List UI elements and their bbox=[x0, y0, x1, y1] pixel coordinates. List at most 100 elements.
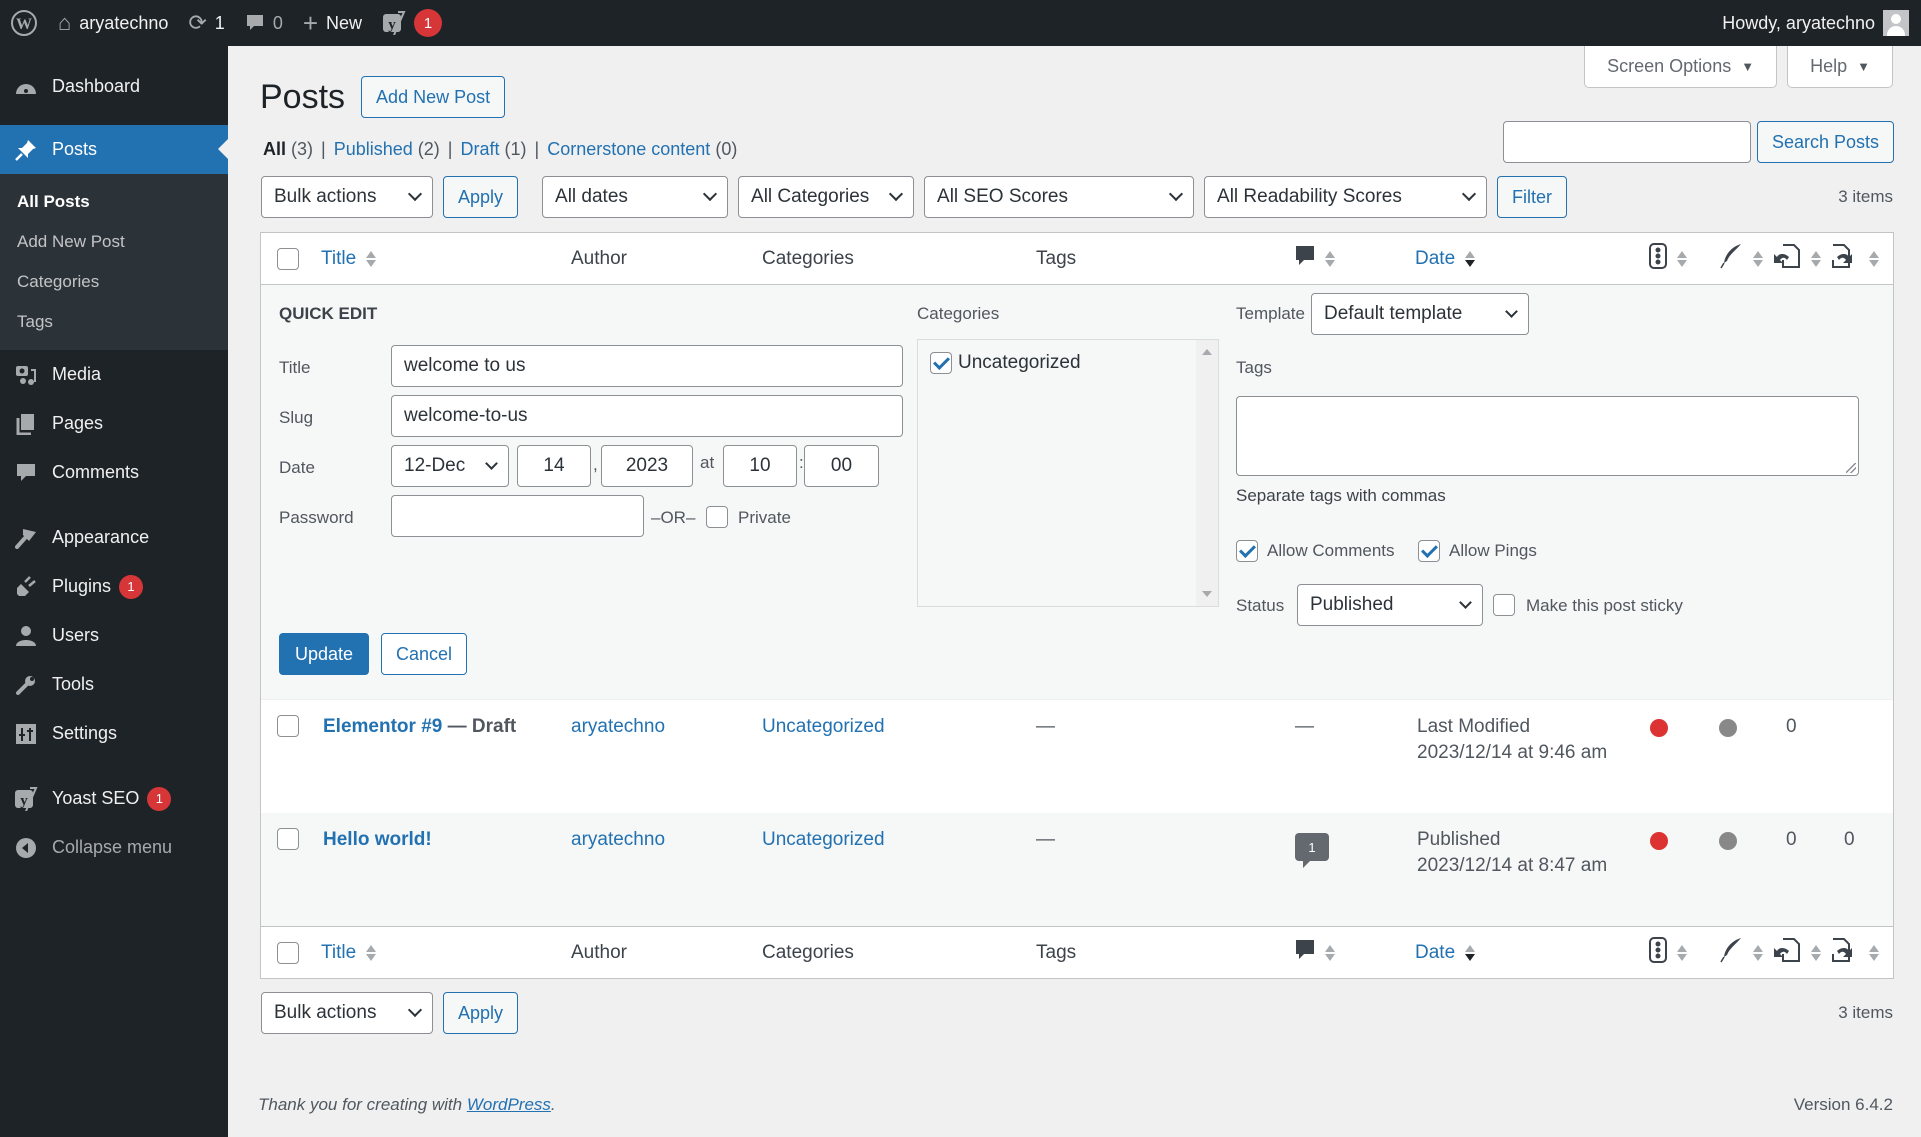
column-title-footer[interactable]: Title bbox=[321, 941, 377, 964]
status-select[interactable]: Published bbox=[1297, 584, 1483, 626]
row-checkbox[interactable] bbox=[277, 828, 299, 850]
sticky-checkbox[interactable] bbox=[1493, 594, 1515, 616]
apply-button-bottom[interactable]: Apply bbox=[443, 992, 519, 1034]
main-content: Screen Options ▼ Help ▼ Posts Add New Po… bbox=[228, 46, 1921, 1137]
sidebar-item-users[interactable]: Users bbox=[0, 611, 228, 660]
updates-link[interactable]: ⟳ 1 bbox=[178, 0, 234, 46]
site-name-link[interactable]: ⌂ aryatechno bbox=[48, 0, 178, 46]
category-item[interactable]: Uncategorized bbox=[930, 352, 1081, 374]
minute-input[interactable]: 00 bbox=[804, 445, 879, 487]
screen-options-button[interactable]: Screen Options ▼ bbox=[1584, 46, 1778, 88]
comments-link[interactable]: 0 bbox=[235, 0, 293, 46]
category-link[interactable]: Uncategorized bbox=[762, 829, 885, 851]
author-link[interactable]: aryatechno bbox=[571, 716, 665, 738]
apply-button[interactable]: Apply bbox=[443, 176, 519, 218]
view-draft[interactable]: Draft (1) bbox=[460, 139, 526, 160]
my-account-menu[interactable]: Howdy, aryatechno bbox=[1712, 0, 1921, 46]
month-select[interactable]: 12-Dec bbox=[391, 445, 509, 487]
filter-button[interactable]: Filter bbox=[1497, 176, 1568, 218]
column-seo-score-footer[interactable] bbox=[1649, 936, 1687, 969]
comment-count-bubble[interactable]: 1 bbox=[1295, 833, 1329, 868]
sidebar-item-settings[interactable]: Settings bbox=[0, 709, 228, 758]
column-seo-score-header[interactable] bbox=[1649, 242, 1687, 275]
resize-handle-icon[interactable] bbox=[1846, 463, 1856, 473]
submenu-all-posts[interactable]: All Posts bbox=[0, 182, 228, 222]
categories-checklist[interactable]: Uncategorized bbox=[917, 339, 1219, 607]
column-title-header[interactable]: Title bbox=[321, 248, 377, 270]
column-incoming-links-footer[interactable] bbox=[1831, 937, 1879, 969]
day-input[interactable]: 14 bbox=[517, 445, 591, 487]
sidebar-item-tools[interactable]: Tools bbox=[0, 660, 228, 709]
sort-icon bbox=[1811, 250, 1821, 267]
select-all-checkbox[interactable] bbox=[277, 941, 299, 964]
bulk-actions-select[interactable]: Bulk actions bbox=[261, 176, 433, 218]
column-readability-header[interactable] bbox=[1719, 243, 1763, 275]
title-input[interactable]: welcome to us bbox=[391, 345, 903, 387]
category-checkbox[interactable] bbox=[930, 352, 952, 374]
search-posts-button[interactable]: Search Posts bbox=[1756, 121, 1894, 163]
seo-scores-filter-select[interactable]: All SEO Scores bbox=[924, 176, 1195, 218]
status-label: Status bbox=[1236, 596, 1285, 615]
tablenav-top: Bulk actions Apply All dates All Categor… bbox=[261, 176, 1893, 218]
author-link[interactable]: aryatechno bbox=[571, 829, 665, 851]
collapse-menu-button[interactable]: Collapse menu bbox=[0, 823, 228, 872]
view-published[interactable]: Published (2) bbox=[334, 139, 440, 160]
slug-input[interactable]: welcome-to-us bbox=[391, 395, 903, 437]
post-title-link[interactable]: Elementor #9 bbox=[323, 716, 442, 737]
add-new-post-button[interactable]: Add New Post bbox=[361, 76, 506, 118]
column-label: Title bbox=[321, 941, 357, 963]
sidebar-item-comments[interactable]: Comments bbox=[0, 448, 228, 497]
categories-cell: Uncategorized bbox=[762, 829, 885, 851]
private-checkbox[interactable] bbox=[706, 506, 728, 528]
submenu-add-new-post[interactable]: Add New Post bbox=[0, 222, 228, 262]
readability-filter-select[interactable]: All Readability Scores bbox=[1204, 176, 1488, 218]
sidebar-item-pages[interactable]: Pages bbox=[0, 399, 228, 448]
password-input[interactable] bbox=[391, 495, 644, 537]
column-comments-footer[interactable] bbox=[1295, 939, 1335, 967]
category-link[interactable]: Uncategorized bbox=[762, 716, 885, 738]
sidebar-item-appearance[interactable]: Appearance bbox=[0, 513, 228, 562]
input-value: 10 bbox=[749, 455, 771, 476]
sidebar-item-media[interactable]: Media bbox=[0, 350, 228, 399]
post-title-link[interactable]: Hello world! bbox=[323, 829, 432, 850]
update-button[interactable]: Update bbox=[279, 633, 370, 675]
column-date-footer[interactable]: Date bbox=[1415, 942, 1476, 964]
new-content-link[interactable]: + New bbox=[293, 0, 372, 46]
column-date-header[interactable]: Date bbox=[1415, 248, 1476, 270]
bulk-actions-select-bottom[interactable]: Bulk actions bbox=[261, 992, 433, 1034]
table-header: Title Author Categories Tags Date bbox=[261, 233, 1893, 285]
checklist-scrollbar[interactable] bbox=[1196, 340, 1218, 606]
help-button[interactable]: Help ▼ bbox=[1787, 46, 1893, 88]
sidebar-item-yoast-seo[interactable]: y Yoast SEO 1 bbox=[0, 774, 228, 823]
yoast-menu[interactable]: y 1 bbox=[372, 0, 452, 46]
column-comments-header[interactable] bbox=[1295, 245, 1335, 273]
footer-thankyou: Thank you for creating with WordPress. bbox=[258, 1095, 556, 1115]
column-incoming-links-header[interactable] bbox=[1831, 243, 1879, 275]
categories-filter-select[interactable]: All Categories bbox=[738, 176, 915, 218]
title-label: Title bbox=[279, 358, 311, 377]
wordpress-link[interactable]: WordPress bbox=[467, 1095, 551, 1114]
hour-input[interactable]: 10 bbox=[723, 445, 797, 487]
column-readability-footer[interactable] bbox=[1719, 937, 1763, 969]
view-cornerstone[interactable]: Cornerstone content (0) bbox=[547, 139, 737, 160]
sidebar-item-plugins[interactable]: Plugins 1 bbox=[0, 562, 228, 611]
column-outgoing-links-header[interactable] bbox=[1773, 243, 1821, 275]
template-select[interactable]: Default template bbox=[1311, 293, 1529, 335]
year-input[interactable]: 2023 bbox=[601, 445, 693, 487]
wp-logo-menu[interactable]: W bbox=[0, 0, 48, 46]
submenu-categories[interactable]: Categories bbox=[0, 262, 228, 302]
select-all-checkbox[interactable] bbox=[277, 247, 299, 270]
sidebar-item-posts[interactable]: Posts bbox=[0, 125, 228, 174]
sidebar-item-dashboard[interactable]: Dashboard bbox=[0, 62, 228, 111]
submenu-tags[interactable]: Tags bbox=[0, 302, 228, 342]
dates-filter-select[interactable]: All dates bbox=[542, 176, 729, 218]
tags-textarea[interactable] bbox=[1236, 396, 1859, 476]
cancel-button[interactable]: Cancel bbox=[381, 633, 468, 675]
column-outgoing-links-footer[interactable] bbox=[1773, 937, 1821, 969]
scroll-down-arrow-icon bbox=[1202, 591, 1212, 597]
allow-comments-checkbox[interactable] bbox=[1236, 540, 1258, 562]
view-all[interactable]: All (3) bbox=[263, 139, 313, 160]
allow-pings-checkbox[interactable] bbox=[1418, 540, 1440, 562]
search-posts-input[interactable] bbox=[1502, 121, 1751, 163]
row-checkbox[interactable] bbox=[277, 715, 299, 737]
